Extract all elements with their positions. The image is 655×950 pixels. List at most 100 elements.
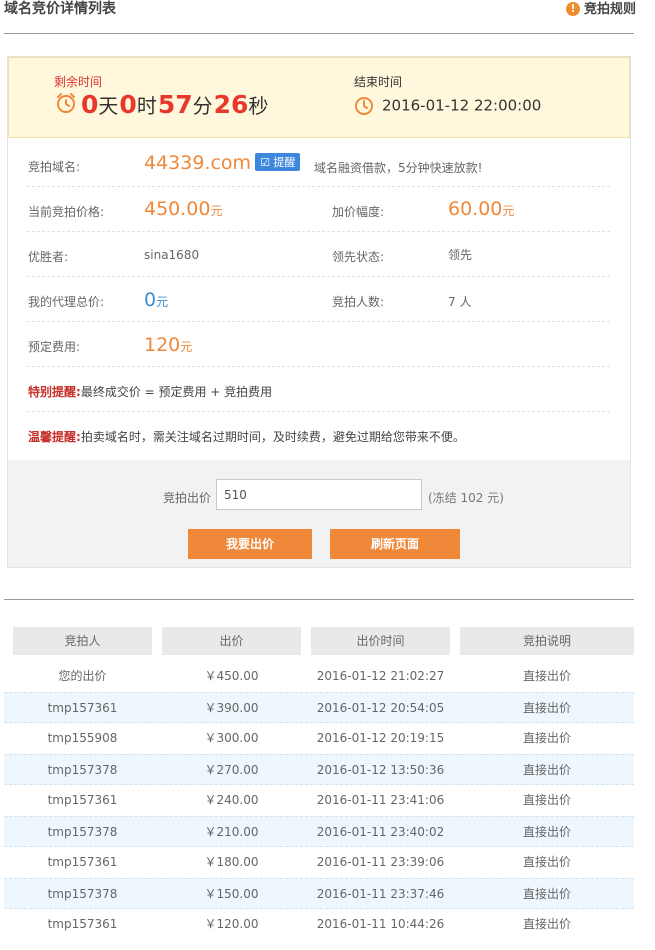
table-row: tmp157361 ￥180.00 2016-01-11 23:39:06 直接出价 xyxy=(4,847,634,878)
frozen-amount-note: (冻结 102 元) xyxy=(428,491,504,505)
domain-label: 竞拍域名: xyxy=(28,160,81,174)
increment-value: 60.00 xyxy=(448,198,503,220)
time-cell: 2016-01-12 20:54:05 xyxy=(316,701,445,715)
bid-amount-input[interactable] xyxy=(216,479,422,510)
table-row: tmp157378 ￥150.00 2016-01-11 23:37:46 直接出价 xyxy=(4,878,634,909)
column-header-bidder: 竞拍人 xyxy=(13,627,152,655)
submit-bid-button[interactable]: 我要出价 xyxy=(188,529,312,559)
time-cell: 2016-01-12 21:02:27 xyxy=(316,669,445,683)
alarm-clock-icon xyxy=(55,92,77,117)
special-reminder-text: 最终成交价 = 预定费用 + 竞拍费用 xyxy=(80,385,273,399)
lead-status-label: 领先状态: xyxy=(332,250,385,264)
bidder-cell: 您的出价 xyxy=(58,669,107,683)
bidders-count-label: 竞拍人数: xyxy=(332,295,385,309)
time-cell: 2016-01-11 23:39:06 xyxy=(316,855,445,869)
special-reminder: 特别提醒:最终成交价 = 预定费用 + 竞拍费用 xyxy=(28,383,272,400)
domain-name[interactable]: 44339.com xyxy=(144,152,251,174)
column-header-time: 出价时间 xyxy=(311,627,450,655)
countdown-hours-unit: 时 xyxy=(136,94,157,118)
top-bar: 域名竞价详情列表 ! 竞拍规则 xyxy=(0,0,640,22)
table-row: tmp157361 ￥390.00 2016-01-12 20:54:05 直接出价 xyxy=(4,692,634,723)
check-icon: ☑ xyxy=(260,156,274,169)
price-cell: ￥180.00 xyxy=(204,855,259,869)
current-price-value: 450.00 xyxy=(144,198,211,220)
divider xyxy=(4,33,634,34)
winner-label: 优胜者: xyxy=(28,250,69,264)
note-cell: 直接出价 xyxy=(522,763,571,777)
bid-form: 竞拍出价 (冻结 102 元) 我要出价 刷新页面 xyxy=(8,460,630,567)
end-time-value: 2016-01-12 22:00:00 xyxy=(382,96,542,115)
bidder-cell: tmp157378 xyxy=(47,825,118,839)
info-icon: ! xyxy=(565,2,580,16)
currency-unit: 元 xyxy=(180,340,193,354)
note-cell: 直接出价 xyxy=(522,917,571,931)
proxy-row: 我的代理总价: 0元 竞拍人数: 7 人 xyxy=(27,277,610,322)
warm-reminder: 温馨提醒:拍卖域名时，需关注域名过期时间，及时续费，避免过期给您带来不便。 xyxy=(28,428,465,445)
column-header-note: 竞拍说明 xyxy=(460,627,634,655)
bid-amount-label: 竞拍出价 xyxy=(163,491,212,505)
price-cell: ￥210.00 xyxy=(204,825,259,839)
lead-status-value: 领先 xyxy=(448,248,473,262)
note-cell: 直接出价 xyxy=(522,855,571,869)
warm-reminder-text: 拍卖域名时，需关注域名过期时间，及时续费，避免过期给您带来不便。 xyxy=(80,430,465,444)
time-cell: 2016-01-12 20:19:15 xyxy=(316,731,445,745)
price-cell: ￥270.00 xyxy=(204,763,259,777)
price-cell: ￥150.00 xyxy=(204,887,259,901)
proxy-total-value: 0 xyxy=(144,289,157,311)
note-cell: 直接出价 xyxy=(522,669,571,683)
reserve-fee-group: 120元 xyxy=(144,334,192,356)
bidder-cell: tmp157378 xyxy=(47,887,118,901)
table-row: tmp157361 ￥120.00 2016-01-11 10:44:26 直接出价 xyxy=(4,909,634,940)
loan-link[interactable]: 域名融资借款，5分钟快速放款! xyxy=(314,159,482,176)
end-time: 2016-01-12 22:00:00 xyxy=(354,96,541,116)
price-cell: ￥120.00 xyxy=(204,917,259,931)
auction-rules-link[interactable]: ! 竞拍规则 xyxy=(565,0,636,17)
current-price-group: 450.00元 xyxy=(144,198,223,220)
increment-group: 60.00元 xyxy=(448,198,514,220)
winner-value: sina1680 xyxy=(144,248,200,262)
price-row: 当前竞拍价格: 450.00元 加价幅度: 60.00元 xyxy=(27,187,610,232)
auction-panel: 剩余时间 0天0时57分26秒 结束时间 2016-01-12 22:00:00… xyxy=(7,56,631,568)
note-cell: 直接出价 xyxy=(522,701,571,715)
bidder-cell: tmp157378 xyxy=(47,763,118,777)
reserve-row: 预定费用: 120元 xyxy=(27,322,610,367)
bidder-cell: tmp155908 xyxy=(47,731,118,745)
bidder-cell: tmp157361 xyxy=(47,855,118,869)
column-header-price: 出价 xyxy=(162,627,301,655)
currency-unit: 元 xyxy=(156,295,169,309)
proxy-total-group: 0元 xyxy=(144,289,168,311)
countdown-hours: 0 xyxy=(119,90,137,119)
special-reminder-key: 特别提醒: xyxy=(28,385,81,399)
countdown-minutes-unit: 分 xyxy=(192,94,213,118)
domain-value-group: 44339.com ☑ 提醒 xyxy=(144,152,301,174)
time-cell: 2016-01-11 23:37:46 xyxy=(316,887,445,901)
table-row: 您的出价 ￥450.00 2016-01-12 21:02:27 直接出价 xyxy=(4,661,634,692)
divider xyxy=(4,599,634,600)
bidders-count-value: 7 人 xyxy=(448,295,472,309)
warm-reminder-key: 温馨提醒: xyxy=(28,430,81,444)
time-cell: 2016-01-11 10:44:26 xyxy=(316,917,445,931)
table-row: tmp157378 ￥270.00 2016-01-12 13:50:36 直接出价 xyxy=(4,754,634,785)
increment-label: 加价幅度: xyxy=(332,205,385,219)
currency-unit: 元 xyxy=(210,204,223,218)
note-cell: 直接出价 xyxy=(522,825,571,839)
price-cell: ￥240.00 xyxy=(204,793,259,807)
page-title: 域名竞价详情列表 xyxy=(4,1,116,17)
winner-row: 优胜者: sina1680 领先状态: 领先 xyxy=(27,232,610,277)
refresh-page-button[interactable]: 刷新页面 xyxy=(330,529,460,559)
countdown-seconds: 26 xyxy=(213,90,249,119)
countdown-seconds-unit: 秒 xyxy=(248,94,269,118)
time-cell: 2016-01-11 23:40:02 xyxy=(316,825,445,839)
special-reminder-row: 特别提醒:最终成交价 = 预定费用 + 竞拍费用 xyxy=(27,367,610,412)
note-cell: 直接出价 xyxy=(522,731,571,745)
price-cell: ￥390.00 xyxy=(204,701,259,715)
price-cell: ￥300.00 xyxy=(204,731,259,745)
currency-unit: 元 xyxy=(502,204,515,218)
domain-row: 竞拍域名: 44339.com ☑ 提醒 域名融资借款，5分钟快速放款! xyxy=(27,142,610,187)
price-cell: ￥450.00 xyxy=(204,669,259,683)
end-time-label: 结束时间 xyxy=(354,75,403,89)
clock-icon xyxy=(354,96,374,116)
bidder-cell: tmp157361 xyxy=(47,701,118,715)
remind-button[interactable]: ☑ 提醒 xyxy=(255,153,301,171)
timer-box: 剩余时间 0天0时57分26秒 结束时间 2016-01-12 22:00:00 xyxy=(8,57,630,138)
